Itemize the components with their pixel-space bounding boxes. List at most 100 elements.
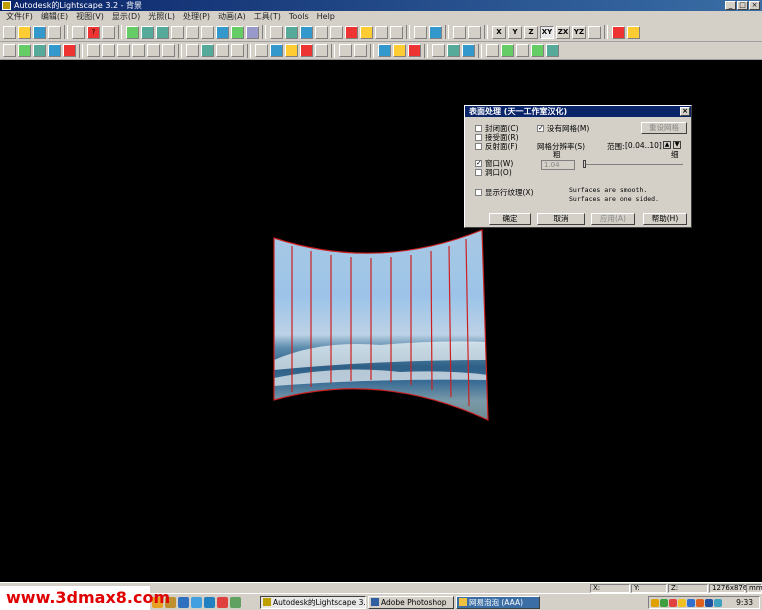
resolution-slider-thumb[interactable] [583,160,586,168]
cube-green-icon[interactable] [501,44,514,57]
menu-tools-cn[interactable]: 工具(T) [250,11,285,23]
figure-icon[interactable] [186,44,199,57]
cube-icon[interactable] [102,44,115,57]
globe-icon[interactable] [216,25,229,39]
task-popo[interactable]: 网易泡泡 (AAA) [456,596,540,609]
menu-tools[interactable]: Tools [285,11,313,23]
maximize-button[interactable]: □ [737,1,748,10]
figure3-icon[interactable] [216,44,229,57]
view-xy-button[interactable]: XY [540,25,554,39]
window-icon[interactable] [246,25,259,39]
tool-a-icon[interactable] [378,44,391,57]
cube2-icon[interactable] [117,44,130,57]
dolly-icon[interactable] [375,25,388,39]
figure2-icon[interactable] [201,44,214,57]
reflector-checkbox-row[interactable]: 反射面(F) [475,141,518,152]
tray-icon-3[interactable] [669,599,677,607]
show-texture-checkbox-row[interactable]: 显示行纹理(X) [475,187,534,198]
print-icon[interactable] [72,25,85,39]
display-texture-icon[interactable] [63,44,76,57]
quicklaunch-icon-4[interactable] [191,597,202,608]
menu-animation[interactable]: 动画(A) [214,11,250,23]
view-y-button[interactable]: Y [508,25,522,39]
paper-icon[interactable] [432,44,445,57]
minimize-button[interactable]: _ [725,1,736,10]
zoom-icon[interactable] [330,25,343,39]
tray-icon-1[interactable] [651,599,659,607]
no-mesh-checkbox-row[interactable]: ✓ 没有网格(M) [537,123,589,134]
select-crossing-icon[interactable] [300,44,313,57]
close-button[interactable]: × [749,1,760,10]
opening-checkbox-row[interactable]: 洞口(O) [475,167,512,178]
reflector-checkbox[interactable] [475,143,482,150]
cube-solid-icon[interactable] [531,44,544,57]
zoom-window-icon[interactable] [315,25,328,39]
curved-panel[interactable] [273,229,489,421]
cube-gray-icon[interactable] [516,44,529,57]
render-preview-icon[interactable] [612,25,625,39]
tray-icon-6[interactable] [696,599,704,607]
window-checkbox[interactable]: ✓ [475,160,482,167]
cube3-icon[interactable] [132,44,145,57]
tray-icon-5[interactable] [687,599,695,607]
display-shaded-icon[interactable] [48,44,61,57]
pan-icon[interactable] [345,25,358,39]
app-icon[interactable] [2,1,11,10]
tray-icon-4[interactable] [678,599,686,607]
menu-view[interactable]: 视图(V) [72,11,108,23]
display-solid-icon[interactable] [18,44,31,57]
cube4-icon[interactable] [147,44,160,57]
task-photoshop[interactable]: Adobe Photoshop [368,596,454,609]
pick-icon[interactable] [270,25,283,39]
cube5-icon[interactable] [162,44,175,57]
select-window-icon[interactable] [285,44,298,57]
new-file-icon[interactable] [3,25,16,39]
task-lightscape[interactable]: Autodesk的Lightscape 3.... [260,596,366,609]
undo-icon[interactable] [48,25,61,39]
view-custom-icon[interactable] [588,25,601,39]
page-icon[interactable] [339,44,352,57]
cube-dark-icon[interactable] [546,44,559,57]
resolution-slider-track[interactable] [583,164,683,165]
help-button[interactable]: 帮助(H) [643,213,687,225]
reset-mesh-button[interactable]: 重设网格 [641,122,687,134]
menu-edit[interactable]: 编辑(E) [37,11,72,23]
layer-icon[interactable] [201,25,214,39]
copy-icon[interactable] [156,25,169,39]
paper3-icon[interactable] [462,44,475,57]
spin-down-icon[interactable]: ▼ [673,141,681,149]
quicklaunch-icon-6[interactable] [217,597,228,608]
ok-button[interactable]: 确定 [489,213,531,225]
no-mesh-checkbox[interactable]: ✓ [537,125,544,132]
tray-icon-7[interactable] [705,599,713,607]
select-object-icon[interactable] [315,44,328,57]
zoom-extents-icon[interactable] [429,25,442,39]
surface-icon[interactable] [87,44,100,57]
tool-c-icon[interactable] [408,44,421,57]
tray-icon-8[interactable] [714,599,722,607]
receiver-checkbox[interactable] [475,134,482,141]
refresh-icon[interactable] [468,25,481,39]
display-outline-icon[interactable] [33,44,46,57]
dialog-title-bar[interactable]: 表面处理 (天一工作室汉化) × [465,106,691,117]
figure4-icon[interactable] [231,44,244,57]
page2-icon[interactable] [354,44,367,57]
view-zx-button[interactable]: ZX [556,25,570,39]
navigate-icon[interactable] [453,25,466,39]
cancel-button[interactable]: 取消 [537,213,585,225]
spin-up-icon[interactable]: ▲ [663,141,671,149]
help-icon[interactable]: ? [87,25,100,39]
material-icon[interactable] [171,25,184,39]
view-yz-button[interactable]: YZ [572,25,586,39]
walk-icon[interactable] [300,25,313,39]
pointer-icon[interactable] [270,44,283,57]
show-texture-checkbox[interactable] [475,189,482,196]
camera-icon[interactable] [360,25,373,39]
zoom-in-icon[interactable] [414,25,427,39]
menu-light[interactable]: 光照(L) [144,11,179,23]
context-help-icon[interactable] [102,25,115,39]
paper2-icon[interactable] [447,44,460,57]
light-icon[interactable] [627,25,640,39]
menu-process[interactable]: 处理(P) [179,11,214,23]
tray-icon-2[interactable] [660,599,668,607]
